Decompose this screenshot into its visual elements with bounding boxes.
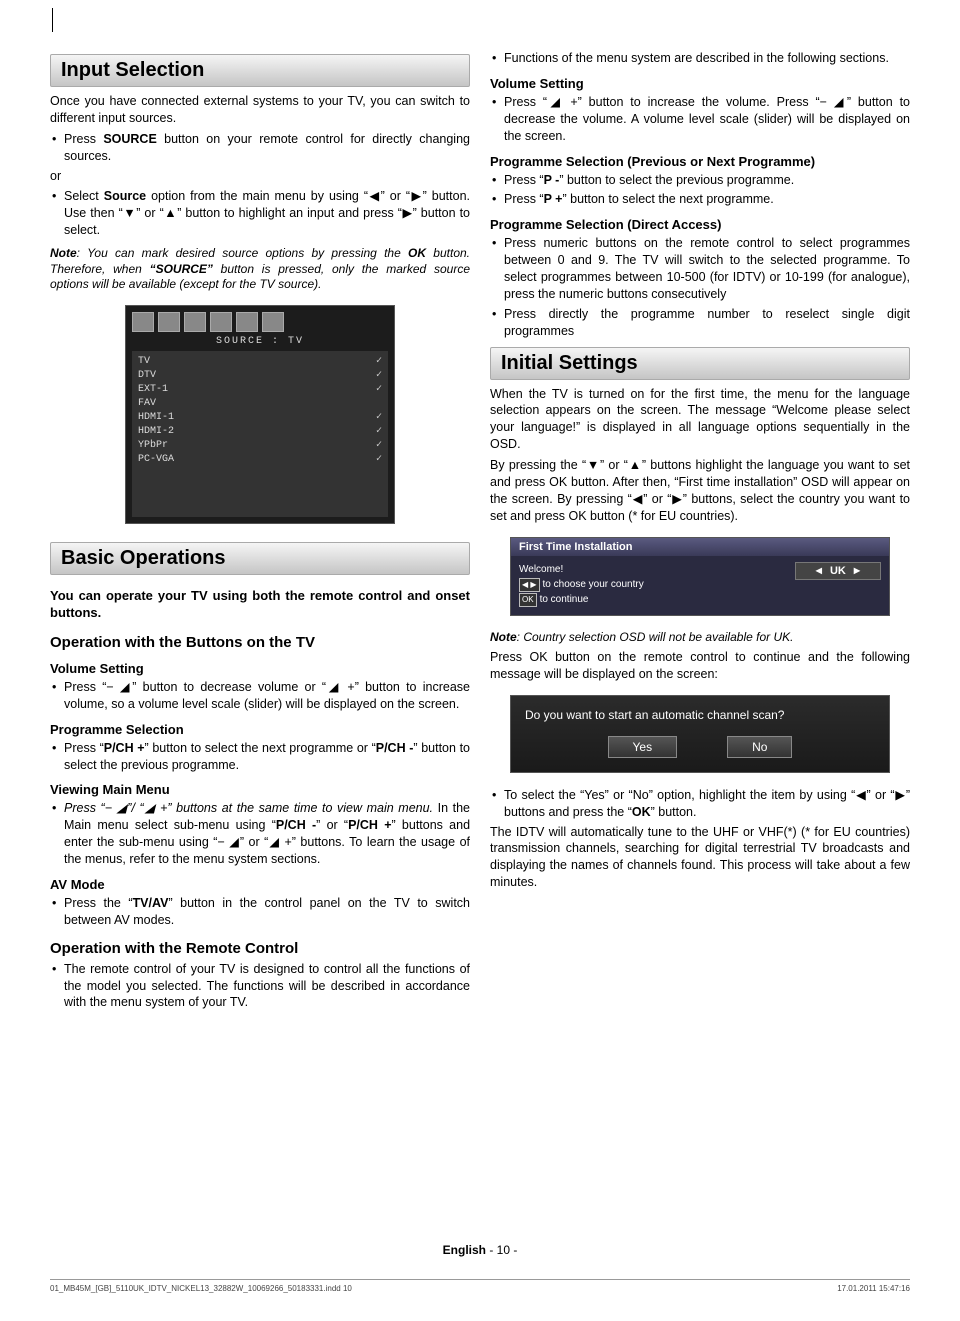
- bullet: The remote control of your TV is designe…: [50, 961, 470, 1012]
- osd-list: TV✓ DTV✓ EXT-1✓ FAV HDMI-1✓ HDMI-2✓ YPbP…: [132, 351, 388, 517]
- osd-title: SOURCE : TV: [132, 336, 388, 347]
- bullet: Press “P/CH +” button to select the next…: [50, 740, 470, 774]
- bullet: Press “◢ +” button to increase the volum…: [490, 94, 910, 145]
- indd-filename: 01_MB45M_[GB]_5110UK_IDTV_NICKEL13_32882…: [50, 1284, 352, 1293]
- country-selector: ◀ UK ▶: [795, 562, 881, 580]
- osd-body: Welcome! ◀ ▶to choose your country OKto …: [519, 562, 644, 607]
- bullet: To select the “Yes” or “No” option, high…: [490, 787, 910, 821]
- subheading: AV Mode: [50, 877, 470, 892]
- osd-icon: [184, 312, 206, 332]
- bullet: Press “P +” button to select the next pr…: [490, 191, 910, 208]
- osd-scan-dialog: Do you want to start an automatic channe…: [510, 695, 890, 773]
- lead-para: You can operate your TV using both the r…: [50, 587, 470, 622]
- bullet: Press numeric buttons on the remote cont…: [490, 235, 910, 303]
- heading-initial-settings: Initial Settings: [490, 347, 910, 380]
- subheading: Programme Selection (Direct Access): [490, 217, 910, 232]
- para: When the TV is turned on for the first t…: [490, 386, 910, 454]
- note: Note: Country selection OSD will not be …: [490, 630, 910, 646]
- osd-row: YPbPr✓: [138, 439, 382, 453]
- left-right-icon: ◀ ▶: [519, 578, 540, 592]
- left-column: Input Selection Once you have connected …: [50, 50, 470, 1014]
- osd-row: FAV: [138, 397, 382, 411]
- no-button: No: [727, 736, 792, 758]
- osd-row: PC-VGA✓: [138, 453, 382, 467]
- osd-icon: [236, 312, 258, 332]
- bullet: Press directly the programme number to r…: [490, 306, 910, 340]
- para: The IDTV will automatically tune to the …: [490, 824, 910, 892]
- para: Once you have connected external systems…: [50, 93, 470, 127]
- left-arrow-icon: ◀: [816, 566, 822, 575]
- osd-question: Do you want to start an automatic channe…: [525, 708, 875, 722]
- osd-row: HDMI-2✓: [138, 425, 382, 439]
- osd-icon: [262, 312, 284, 332]
- subheading: Volume Setting: [490, 76, 910, 91]
- page-footer: English - 10 -: [0, 1243, 960, 1257]
- osd-row: HDMI-1✓: [138, 411, 382, 425]
- subheading: Programme Selection (Previous or Next Pr…: [490, 154, 910, 169]
- osd-title: First Time Installation: [511, 538, 889, 556]
- heading-basic-operations: Basic Operations: [50, 542, 470, 575]
- bullet: Select Source option from the main menu …: [50, 188, 470, 239]
- osd-row: EXT-1✓: [138, 383, 382, 397]
- bullet: Functions of the menu system are describ…: [490, 50, 910, 67]
- bullet: Press SOURCE button on your remote contr…: [50, 131, 470, 165]
- para: By pressing the “▼” or “▲” buttons highl…: [490, 457, 910, 525]
- para: Press OK button on the remote control to…: [490, 649, 910, 683]
- osd-icon: [132, 312, 154, 332]
- note: Note: You can mark desired source option…: [50, 246, 470, 293]
- bullet: Press “− ◢”/ “◢ +” buttons at the same t…: [50, 800, 470, 868]
- indd-timestamp: 17.01.2011 15:47:16: [837, 1284, 910, 1293]
- subheading: Programme Selection: [50, 722, 470, 737]
- osd-row: DTV✓: [138, 369, 382, 383]
- bullet: Press “− ◢” button to decrease volume or…: [50, 679, 470, 713]
- subheading: Viewing Main Menu: [50, 782, 470, 797]
- yes-button: Yes: [608, 736, 678, 758]
- osd-first-time-install: First Time Installation Welcome! ◀ ▶to c…: [510, 537, 890, 616]
- ok-key-icon: OK: [519, 593, 537, 607]
- or-text: or: [50, 168, 470, 185]
- print-metadata: 01_MB45M_[GB]_5110UK_IDTV_NICKEL13_32882…: [50, 1279, 910, 1293]
- bullet: Press “P -” button to select the previou…: [490, 172, 910, 189]
- right-column: Functions of the menu system are describ…: [490, 50, 910, 1014]
- heading-input-selection: Input Selection: [50, 54, 470, 87]
- subheading: Operation with the Buttons on the TV: [50, 634, 470, 651]
- right-arrow-icon: ▶: [854, 566, 860, 575]
- osd-source-menu: SOURCE : TV TV✓ DTV✓ EXT-1✓ FAV HDMI-1✓ …: [125, 305, 395, 524]
- osd-icon: [158, 312, 180, 332]
- subheading: Volume Setting: [50, 661, 470, 676]
- subheading: Operation with the Remote Control: [50, 940, 470, 957]
- osd-row: TV✓: [138, 355, 382, 369]
- bullet: Press the “TV/AV” button in the control …: [50, 895, 470, 929]
- osd-icon: [210, 312, 232, 332]
